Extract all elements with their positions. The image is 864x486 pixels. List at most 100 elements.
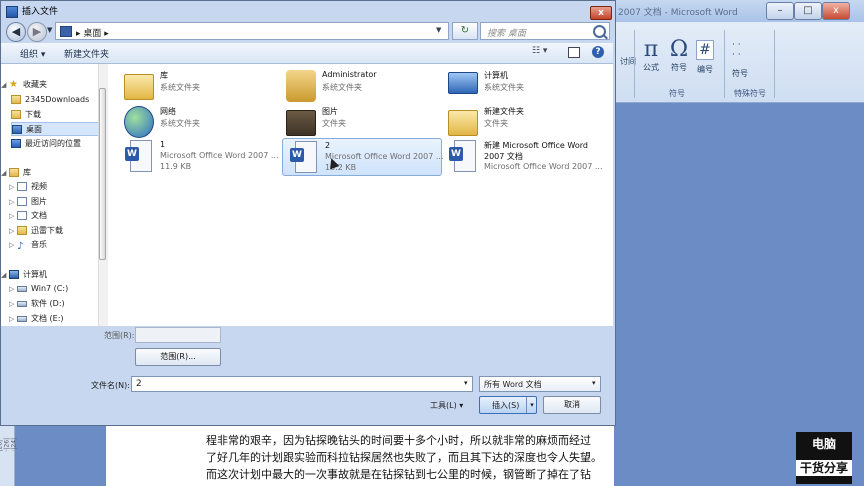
ribbon-separator [634, 30, 635, 98]
new-folder-button[interactable]: 新建文件夹 [64, 47, 109, 60]
dialog-title: 插入文件 [6, 4, 58, 18]
file-list: 库 系统文件夹 Administrator 系统文件夹 计算机 系统文件夹 网络… [108, 64, 613, 326]
chevron-down-icon[interactable]: ▾ [464, 379, 468, 387]
forward-button[interactable]: ▶ [27, 22, 47, 42]
file-item-network[interactable]: 网络 系统文件夹 [118, 104, 274, 142]
nav-libraries[interactable]: ◢ 库 [1, 166, 99, 180]
file-item-new-folder[interactable]: 新建文件夹 文件夹 [442, 104, 598, 142]
document-area-background [612, 103, 864, 486]
file-item-new-word-doc[interactable]: 新建 Microsoft Office Word 2007 文档 Microso… [442, 138, 612, 176]
filename-input[interactable]: 2 ▾ [131, 376, 473, 392]
desktop-icon [60, 26, 72, 37]
filetype-value: 所有 Word 文档 [484, 380, 542, 389]
nav-scrollbar-thumb[interactable] [99, 88, 106, 260]
minimize-button[interactable]: – [766, 2, 794, 20]
word-document-icon [449, 140, 476, 172]
address-bar[interactable]: ▸ 桌面 ▸ ▼ [55, 22, 449, 40]
nav-music[interactable]: ▷ ♪ 音乐 [9, 238, 107, 252]
insert-options-dropdown[interactable]: ▾ [526, 397, 537, 413]
video-icon [17, 182, 27, 191]
word-close-button[interactable]: x [822, 2, 850, 20]
navigation-pane: ◢ ★ 收藏夹 2345Downloads 下载 桌面 最近访问的位置 ◢ 库 ▷ 视频… [1, 64, 108, 326]
word-document-icon [125, 140, 152, 172]
doc-line: 而这次计划中最大的一次事故就是在钻探钻到七公里的时候，钢管断了掉在了钻 [206, 468, 591, 481]
insert-label: 插入(S) [492, 401, 520, 410]
user-folder-icon [286, 70, 316, 102]
recent-pages-dropdown[interactable]: ▼ [47, 26, 52, 34]
doc-line: 了好几年的计划跟实验而科拉钻探居然也失败了，而且其下达的深度也令人失望。 [206, 451, 602, 464]
folder-icon [286, 110, 316, 136]
file-item-libraries[interactable]: 库 系统文件夹 [118, 68, 274, 106]
nav-xunlei-downloads[interactable]: ▷ 迅雷下载 [9, 224, 107, 238]
nav-desktop[interactable]: 桌面 [11, 122, 99, 136]
nav-2345downloads[interactable]: 2345Downloads [11, 93, 107, 107]
symbol-label: 符号 [671, 63, 687, 72]
nav-downloads[interactable]: 下载 [11, 108, 107, 122]
word-window-title: 2007 文档 - Microsoft Word [618, 8, 738, 18]
nav-documents[interactable]: ▷ 文档 [9, 209, 107, 223]
special-symbol-dropdown[interactable]: 符号 [732, 68, 748, 79]
nav-drive-d[interactable]: ▷ 软件 (D:) [9, 297, 107, 311]
doc-line: 程非常的艰辛，因为钻探晚钻头的时间要十多个小时，所以就非常的麻烦而经过 [206, 434, 591, 447]
document-icon [17, 211, 27, 220]
nav-favorites[interactable]: ◢ ★ 收藏夹 [1, 78, 99, 92]
range-button[interactable]: 范围(R)... [135, 348, 221, 366]
omega-icon: Ω [669, 37, 689, 62]
search-input[interactable]: 搜索 桌面 [480, 22, 610, 40]
file-item-doc-2[interactable]: 2 Microsoft Office Word 2007 ... 10.2 KB [282, 138, 443, 176]
computer-icon [448, 72, 478, 94]
equation-label: 公式 [643, 63, 659, 72]
recent-places-icon [11, 139, 21, 148]
address-crumb[interactable]: ▸ 桌面 ▸ [76, 26, 109, 39]
insert-button[interactable]: 插入(S) ▾ [479, 396, 537, 414]
drive-icon [17, 285, 27, 292]
nav-videos[interactable]: ▷ 视频 [9, 180, 107, 194]
file-item-computer[interactable]: 计算机 系统文件夹 [442, 68, 598, 106]
nav-pictures[interactable]: ▷ 图片 [9, 195, 107, 209]
range-input [135, 327, 221, 343]
address-dropdown-icon[interactable]: ▼ [436, 26, 441, 34]
nav-drive-c[interactable]: ▷ Win7 (C:) [9, 282, 107, 296]
music-icon: ♪ [17, 241, 24, 252]
file-item-pictures[interactable]: 图片 文件夹 [280, 104, 436, 142]
maximize-button[interactable]: □ [794, 2, 822, 20]
pi-icon: π [643, 37, 659, 62]
network-icon [124, 106, 154, 138]
filename-value: 2 [136, 379, 142, 389]
range-label: 范围(R): [104, 331, 135, 340]
filename-label: 文件名(N): [91, 381, 130, 390]
chevron-down-icon[interactable]: ▾ [592, 379, 596, 387]
cancel-button[interactable]: 取消 [543, 396, 601, 414]
change-view-button[interactable]: ☷ ▾ [532, 46, 554, 58]
number-button[interactable]: # 编号 [694, 38, 716, 75]
organize-button[interactable]: 组织 ▾ [20, 47, 45, 60]
search-icon[interactable] [593, 25, 606, 38]
ribbon-separator [774, 30, 775, 98]
special-symbols-grid[interactable]: · · · · [732, 40, 741, 60]
ribbon-separator [724, 30, 725, 98]
symbol-button[interactable]: Ω 符号 [668, 38, 690, 73]
library-icon [9, 168, 19, 177]
filetype-select[interactable]: 所有 Word 文档 ▾ [479, 376, 601, 392]
dialog-close-button[interactable]: x [590, 6, 612, 20]
back-button[interactable]: ◀ [6, 22, 26, 42]
folder-icon [17, 226, 27, 235]
ribbon-group-special: 特殊符号 [734, 89, 766, 98]
number-icon: # [696, 40, 714, 60]
nav-drive-e[interactable]: ▷ 文档 (E:) [9, 312, 107, 326]
file-item-administrator[interactable]: Administrator 系统文件夹 [280, 68, 436, 106]
nav-computer[interactable]: ◢ 计算机 [1, 268, 99, 282]
equation-button[interactable]: π 公式 [640, 38, 662, 73]
word-document-icon [290, 141, 317, 173]
desktop-icon [12, 125, 22, 134]
tools-button[interactable]: 工具(L) ▾ [430, 400, 463, 411]
chevron-down-icon: ▾ [459, 401, 464, 410]
nav-recent-places[interactable]: 最近访问的位置 [11, 137, 107, 151]
help-icon[interactable]: ? [592, 46, 604, 58]
refresh-button[interactable]: ↻ [452, 22, 478, 40]
preview-pane-icon[interactable] [568, 47, 580, 58]
folder-icon [11, 95, 21, 104]
file-item-doc-1[interactable]: 1 Microsoft Office Word 2007 ... 11.9 KB [118, 138, 278, 176]
document-page[interactable]: 程非常的艰辛，因为钻探晚钻头的时间要十多个小时，所以就非常的麻烦而经过 了好几年… [106, 426, 614, 486]
vertical-ruler: |28|·|26|·|24| [0, 426, 18, 486]
